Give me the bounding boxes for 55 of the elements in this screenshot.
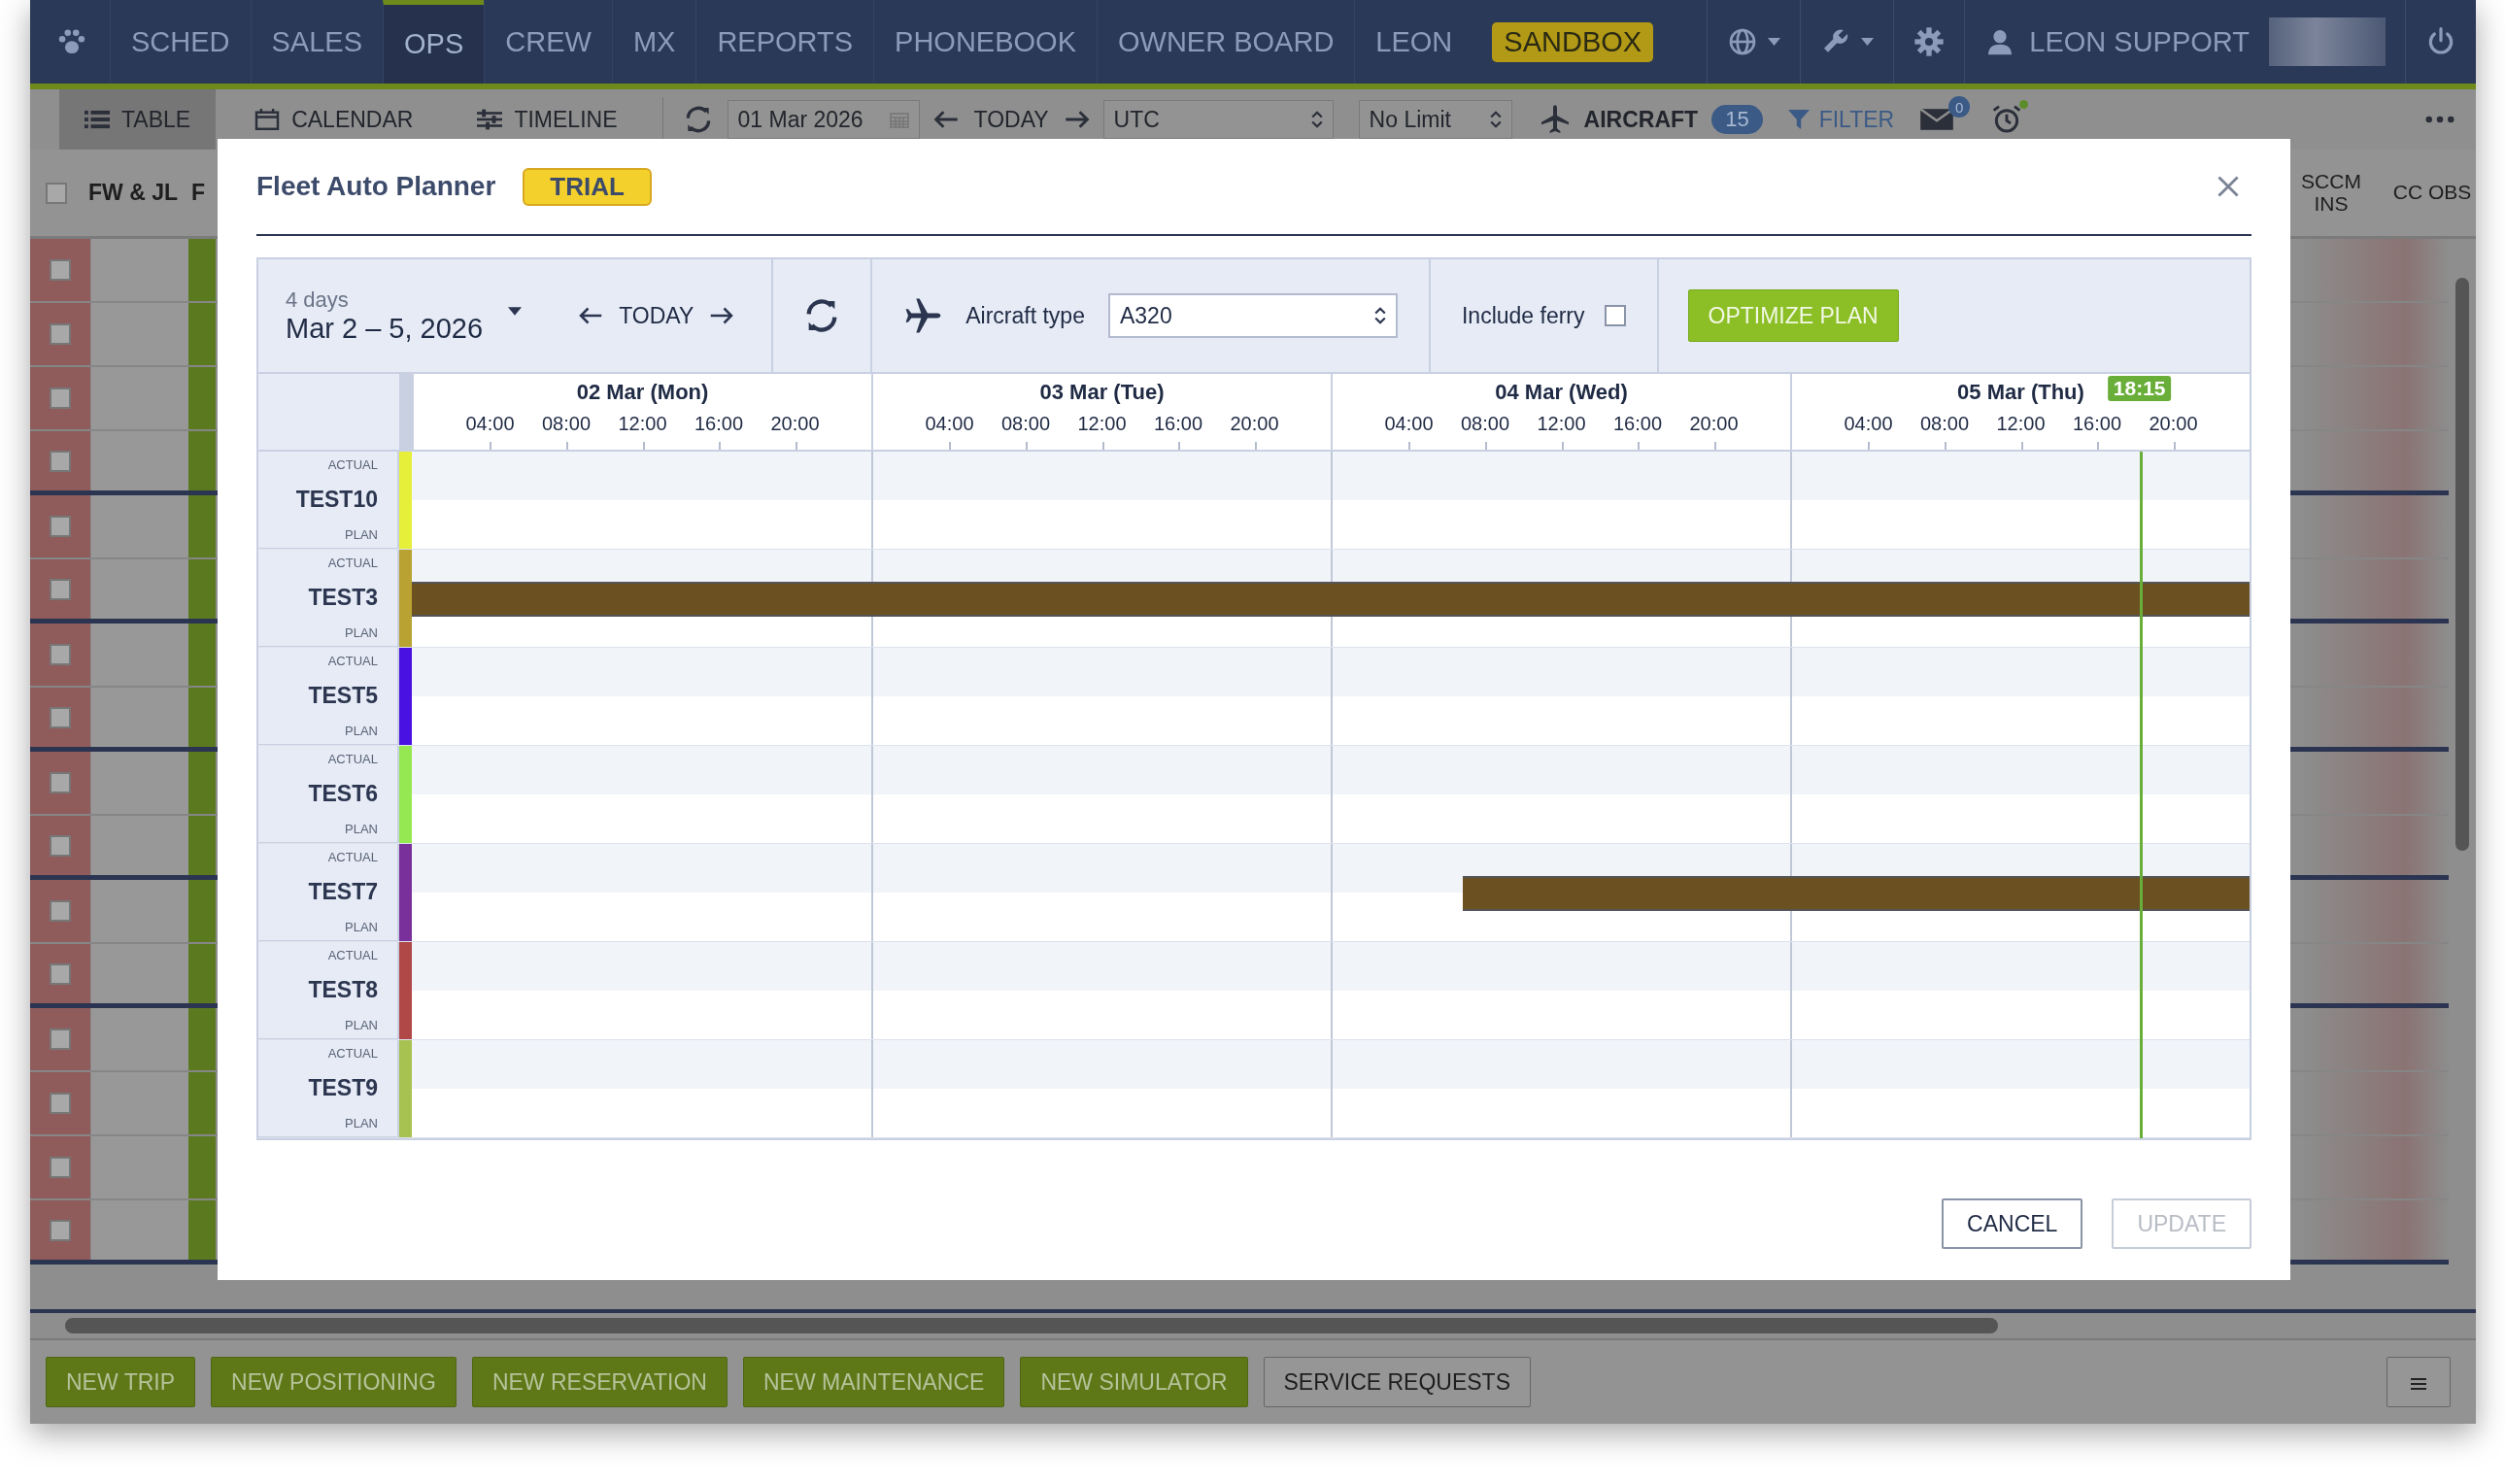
count-badge: 15 xyxy=(1711,105,1763,134)
row-label: PLAN xyxy=(345,1018,379,1032)
field-label: Aircraft type xyxy=(965,302,1085,329)
hour-label: 04:00 xyxy=(465,413,515,435)
row-label: ACTUAL xyxy=(327,654,379,668)
hour-label: 12:00 xyxy=(1077,413,1127,435)
hour-label: 16:00 xyxy=(694,413,743,435)
aircraft-name: TEST8 xyxy=(308,977,379,1003)
current-time-badge: 18:15 xyxy=(2107,376,2172,401)
count-badge: 0 xyxy=(1948,96,1971,118)
hour-label: 08:00 xyxy=(1919,413,1969,435)
day-label: 04 Mar (Wed) xyxy=(1495,380,1628,405)
trial-badge: TRIAL xyxy=(523,167,652,206)
hour-label: 12:00 xyxy=(618,413,667,435)
day-label: 05 Mar (Thu) xyxy=(1957,380,2084,405)
row-label: PLAN xyxy=(345,822,379,836)
hour-label: 12:00 xyxy=(1537,413,1586,435)
row-label: ACTUAL xyxy=(327,1046,379,1061)
date-range: Mar 2 – 5, 2026 xyxy=(286,312,484,345)
hour-label: 08:00 xyxy=(1000,413,1050,435)
hour-label: 20:00 xyxy=(1230,413,1279,435)
hour-label: 04:00 xyxy=(925,413,974,435)
aircraft-name: TEST10 xyxy=(295,487,379,513)
row-label: PLAN xyxy=(345,724,379,738)
hour-label: 16:00 xyxy=(1153,413,1202,435)
aircraft-name: TEST7 xyxy=(308,879,379,905)
day-label: 02 Mar (Mon) xyxy=(576,380,709,405)
hour-label: 08:00 xyxy=(1460,413,1509,435)
aircraft-name: TEST3 xyxy=(308,585,379,611)
row-label: ACTUAL xyxy=(327,457,379,472)
hour-label: 04:00 xyxy=(1384,413,1434,435)
checkbox-label: Include ferry xyxy=(1461,302,1585,329)
hour-label: 20:00 xyxy=(1689,413,1739,435)
row-label: PLAN xyxy=(345,920,379,934)
aircraft-name: TEST5 xyxy=(308,683,379,709)
hour-label: 08:00 xyxy=(541,413,591,435)
hour-label: 16:00 xyxy=(2072,413,2121,435)
aircraft-name: TEST6 xyxy=(308,781,379,807)
row-label: PLAN xyxy=(345,527,379,542)
sandbox-badge: SANDBOX xyxy=(1492,21,1654,62)
range-caption: 4 days xyxy=(286,287,350,313)
row-label: ACTUAL xyxy=(327,850,379,864)
day-label: 03 Mar (Tue) xyxy=(1039,380,1165,405)
hour-label: 12:00 xyxy=(1996,413,2046,435)
aircraft-name: TEST9 xyxy=(308,1075,379,1101)
row-label: ACTUAL xyxy=(327,752,379,766)
row-label: ACTUAL xyxy=(327,556,379,570)
row-label: ACTUAL xyxy=(327,948,379,962)
hour-label: 20:00 xyxy=(2149,413,2198,435)
row-label: PLAN xyxy=(345,1116,379,1130)
row-label: PLAN xyxy=(345,625,379,640)
dialog-title: Fleet Auto Planner xyxy=(256,171,496,202)
hour-label: 04:00 xyxy=(1844,413,1893,435)
hour-label: 16:00 xyxy=(1612,413,1662,435)
hour-label: 20:00 xyxy=(770,413,820,435)
